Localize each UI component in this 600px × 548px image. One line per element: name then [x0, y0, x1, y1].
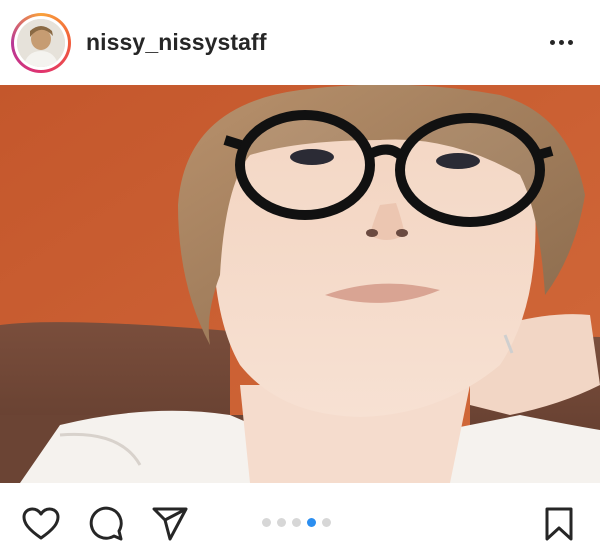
story-ring[interactable] [11, 13, 71, 73]
carousel-dot [292, 518, 301, 527]
heart-icon [22, 507, 60, 540]
like-button[interactable] [22, 507, 60, 546]
carousel-dot [262, 518, 271, 527]
more-options-button[interactable] [550, 32, 580, 52]
username[interactable]: nissy_nissystaff [86, 29, 267, 56]
carousel-indicator [262, 518, 331, 527]
post-header: nissy_nissystaff [0, 0, 600, 84]
carousel-dot-active [307, 518, 316, 527]
share-button[interactable] [152, 507, 188, 546]
post-photo[interactable] [0, 85, 600, 483]
bookmark-icon [545, 507, 573, 541]
more-horizontal-icon [559, 39, 564, 45]
carousel-dot [277, 518, 286, 527]
selfie-image [0, 85, 600, 483]
avatar-frame [14, 16, 68, 70]
comment-button[interactable] [88, 506, 124, 547]
avatar-image [17, 19, 65, 67]
post-actions [0, 483, 600, 548]
more-horizontal-icon [568, 39, 573, 45]
send-icon [152, 507, 188, 541]
avatar[interactable] [17, 19, 65, 67]
carousel-dot [322, 518, 331, 527]
more-horizontal-icon [550, 39, 555, 45]
save-button[interactable] [544, 506, 574, 547]
comment-icon [89, 506, 123, 541]
